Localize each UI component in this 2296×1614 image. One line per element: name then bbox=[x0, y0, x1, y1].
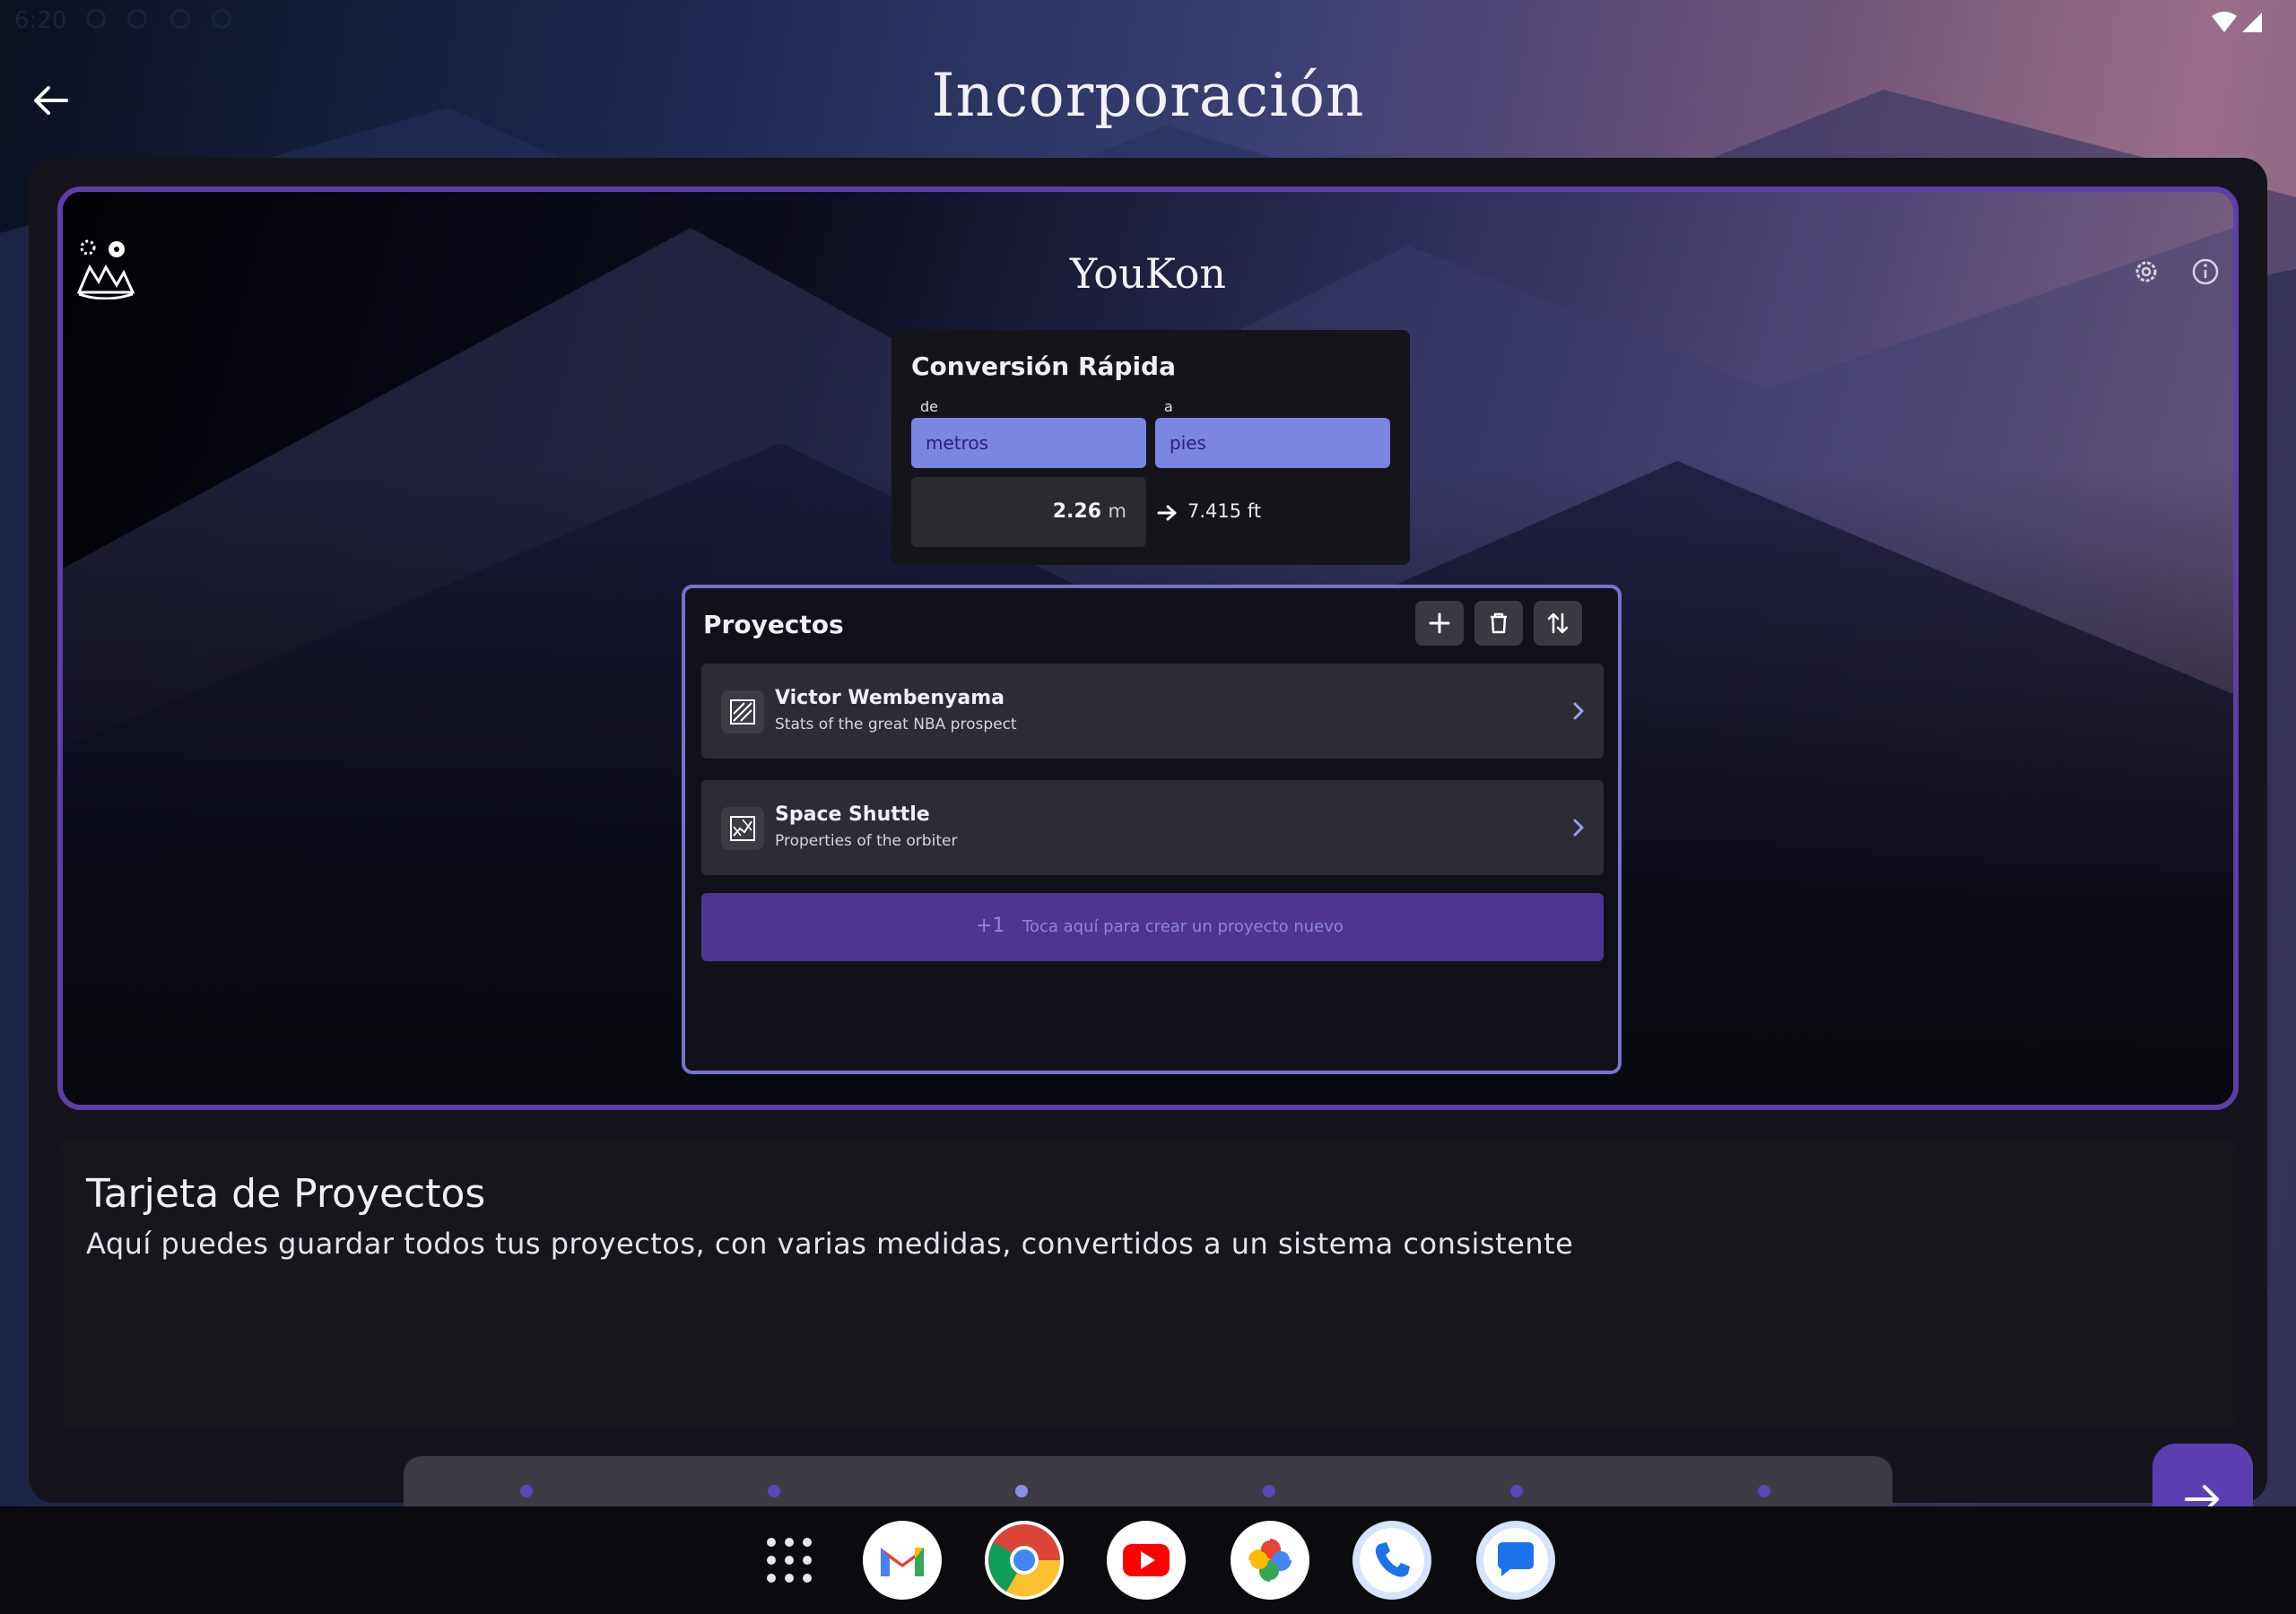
info-icon[interactable] bbox=[2190, 256, 2221, 287]
project-description: Stats of the great NBA prospect bbox=[775, 716, 1017, 733]
gear-icon[interactable] bbox=[2131, 256, 2161, 287]
sync-icon bbox=[127, 9, 147, 29]
gmail-icon[interactable] bbox=[863, 1521, 942, 1600]
sort-icon bbox=[1547, 612, 1569, 634]
app-dock bbox=[0, 1506, 2296, 1614]
circle-icon bbox=[212, 9, 231, 29]
input-value: 2.26 bbox=[1052, 500, 1101, 523]
project-chart-icon bbox=[721, 690, 764, 733]
page-title: Incorporación bbox=[931, 61, 1365, 130]
page-dot-active[interactable] bbox=[1015, 1485, 1028, 1497]
phone-icon[interactable] bbox=[1352, 1521, 1431, 1600]
page-dot[interactable] bbox=[1263, 1485, 1275, 1497]
sort-projects-button[interactable] bbox=[1534, 601, 1582, 646]
quick-conversion-title: Conversión Rápida bbox=[911, 351, 1176, 381]
page-dot[interactable] bbox=[1758, 1485, 1770, 1497]
arrow-right-icon bbox=[1157, 505, 1177, 521]
project-item[interactable]: Space Shuttle Properties of the orbiter bbox=[701, 780, 1604, 875]
shield-icon bbox=[86, 9, 106, 29]
chrome-icon[interactable] bbox=[985, 1521, 1064, 1600]
chevron-right-icon bbox=[1573, 819, 1584, 837]
create-project-label: Toca aquí para crear un proyecto nuevo bbox=[1022, 917, 1344, 936]
page-dot[interactable] bbox=[520, 1485, 533, 1497]
app-preview: YouKon Conversión Rápida de a metros pie… bbox=[57, 187, 2239, 1110]
project-item[interactable]: Victor Wembenyama Stats of the great NBA… bbox=[701, 664, 1604, 759]
wifi-signal-icon bbox=[2212, 12, 2262, 32]
project-chart-icon bbox=[721, 807, 764, 850]
quick-conversion-card: Conversión Rápida de a metros pies 2.26 … bbox=[891, 330, 1410, 565]
description-title: Tarjeta de Proyectos bbox=[86, 1171, 486, 1217]
page-dot[interactable] bbox=[768, 1485, 780, 1497]
projects-title: Proyectos bbox=[703, 610, 844, 639]
plus-icon bbox=[1429, 612, 1450, 634]
trash-icon bbox=[1491, 612, 1507, 634]
download-icon bbox=[170, 9, 190, 29]
app-title: YouKon bbox=[1069, 249, 1227, 298]
value-input[interactable]: 2.26 m bbox=[911, 477, 1146, 547]
project-name: Victor Wembenyama bbox=[775, 687, 1004, 709]
input-unit: m bbox=[1108, 500, 1126, 522]
photos-icon[interactable] bbox=[1231, 1521, 1309, 1600]
conversion-result: 7.415 ft bbox=[1187, 500, 1262, 522]
delete-project-button[interactable] bbox=[1474, 601, 1523, 646]
status-bar: 6:20 bbox=[0, 0, 2296, 43]
app-drawer-icon[interactable] bbox=[764, 1535, 814, 1585]
status-time: 6:20 bbox=[14, 7, 67, 34]
page-dot[interactable] bbox=[1510, 1485, 1523, 1497]
messages-icon[interactable] bbox=[1476, 1521, 1555, 1600]
add-project-button[interactable] bbox=[1415, 601, 1464, 646]
project-name: Space Shuttle bbox=[775, 803, 930, 826]
create-project-button[interactable]: +1 Toca aquí para crear un proyecto nuev… bbox=[701, 893, 1604, 961]
to-unit-select[interactable]: pies bbox=[1155, 418, 1390, 468]
project-description: Properties of the orbiter bbox=[775, 832, 958, 850]
description-card: Tarjeta de Proyectos Aquí puedes guardar… bbox=[57, 1141, 2239, 1427]
description-text: Aquí puedes guardar todos tus proyectos,… bbox=[86, 1227, 1574, 1261]
youtube-icon[interactable] bbox=[1107, 1521, 1186, 1600]
from-label: de bbox=[920, 398, 938, 415]
projects-card: Proyectos Victor Wembenyama Stats of the… bbox=[682, 585, 1622, 1074]
from-unit-select[interactable]: metros bbox=[911, 418, 1146, 468]
create-plus-label: +1 bbox=[976, 915, 1005, 937]
chevron-right-icon bbox=[1573, 702, 1584, 720]
to-label: a bbox=[1164, 398, 1173, 415]
